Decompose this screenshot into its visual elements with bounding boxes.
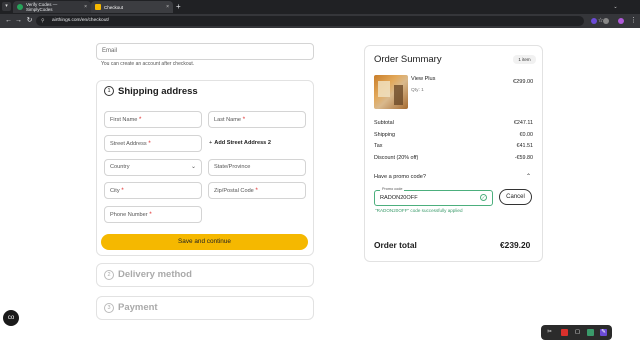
required-mark: * [255, 187, 258, 194]
row-label: Shipping [374, 132, 395, 138]
shipping-title: Shipping address [118, 86, 198, 97]
step-number-3: 3 [104, 303, 114, 313]
subtotal-row: Subtotal €247.11 [374, 120, 533, 128]
order-total-label: Order total [374, 240, 417, 250]
simplycodes-favicon-icon [17, 4, 23, 10]
browser-tabbar: ▾ Verify Codes — SimplyCodes × Checkout … [0, 0, 640, 14]
cancel-promo-button[interactable]: Cancel [499, 189, 532, 205]
country-select[interactable]: Country ⌄ [104, 159, 202, 176]
shipping-row: Shipping €0.00 [374, 132, 533, 140]
step-number-1: 1 [104, 86, 114, 96]
tab-verify-codes[interactable]: Verify Codes — SimplyCodes × [13, 1, 91, 13]
browser-menu-icon[interactable]: ⋮ [630, 15, 637, 27]
state-field[interactable]: State/Province [208, 159, 306, 176]
payment-title: Payment [118, 302, 158, 313]
floating-toolbar: ✂ ▢ ✎ [541, 325, 612, 340]
row-label: Tax [374, 143, 383, 149]
site-info-icon[interactable]: ⚲ [41, 16, 45, 26]
country-placeholder: Country [110, 164, 130, 170]
clipboard-icon[interactable]: ▢ [574, 329, 581, 336]
browser-toolbar: ← → ↻ ⚲ airthings.com/en/checkout/ ☆ ⋮ [0, 14, 640, 28]
email-hint: You can create an account after checkout… [101, 61, 195, 67]
phone-field[interactable]: Phone Number * [104, 206, 202, 223]
tax-row: Tax €41.51 [374, 143, 533, 151]
promo-code-input[interactable]: Promo code RADON20OFF ✓ [374, 187, 493, 206]
pdf-icon[interactable] [561, 329, 568, 336]
row-value: -€59.80 [514, 155, 533, 161]
phone-placeholder: Phone Number [110, 212, 148, 218]
product-qty: Qty: 1 [411, 88, 424, 93]
first-name-placeholder: First Name [110, 117, 138, 123]
step-number-2: 2 [104, 270, 114, 280]
sheet-icon[interactable] [587, 329, 594, 336]
tab-list-chevron-icon[interactable]: ⌄ [609, 0, 622, 14]
row-label: Discount (20% off) [374, 155, 419, 161]
promo-code-value: RADON20OFF [380, 195, 418, 201]
plus-icon: + [209, 140, 213, 146]
add-street-label: Add Street Address 2 [214, 140, 271, 146]
items-count-badge: 1 item [513, 55, 536, 64]
product-name: View Plus [411, 76, 436, 82]
checkout-page: Email You can create an account after ch… [0, 28, 640, 344]
city-field[interactable]: City * [104, 182, 202, 199]
scissors-icon[interactable]: ✂ [546, 329, 553, 336]
address-text: airthings.com/en/checkout/ [52, 18, 110, 23]
email-field[interactable]: Email [96, 43, 314, 60]
close-tab-icon[interactable]: × [166, 4, 169, 10]
required-mark: * [149, 211, 152, 218]
last-name-field[interactable]: Last Name * [208, 111, 306, 128]
new-tab-icon[interactable]: + [176, 1, 181, 13]
discount-row: Discount (20% off) -€59.80 [374, 155, 533, 163]
chevron-up-icon[interactable]: ⌃ [526, 173, 531, 180]
check-circle-icon: ✓ [480, 194, 487, 201]
promo-success-message: "RADON20OFF" code successfully applied [375, 208, 463, 213]
product-price: €299.00 [513, 79, 534, 85]
simplycodes-extension-icon[interactable]: co [3, 310, 19, 326]
delivery-title: Delivery method [118, 269, 192, 280]
tab-checkout[interactable]: Checkout × [91, 1, 173, 13]
promo-code-toggle[interactable]: Have a promo code? [374, 174, 426, 180]
tab-title: Checkout [104, 4, 124, 10]
save-and-continue-button[interactable]: Save and continue [101, 234, 308, 250]
state-placeholder: State/Province [214, 164, 251, 170]
close-tab-icon[interactable]: × [84, 4, 87, 10]
last-name-placeholder: Last Name [214, 117, 242, 123]
extension-icon[interactable] [591, 18, 597, 24]
row-value: €0.00 [519, 132, 534, 138]
zip-field[interactable]: Zip/Postal Code * [208, 182, 306, 199]
add-street-address-2-button[interactable]: + Add Street Address 2 [209, 140, 271, 146]
row-value: €247.11 [513, 120, 533, 126]
order-summary-title: Order Summary [374, 54, 442, 65]
required-mark: * [121, 187, 124, 194]
row-value: €41.51 [516, 143, 534, 149]
tab-title: Verify Codes — SimplyCodes [26, 2, 58, 12]
street-placeholder: Street Address [110, 141, 147, 147]
required-mark: * [138, 116, 142, 123]
street-address-field[interactable]: Street Address * [104, 135, 202, 152]
first-name-field[interactable]: First Name * [104, 111, 202, 128]
profile-avatar[interactable] [618, 18, 624, 24]
email-placeholder: Email [102, 48, 118, 54]
address-bar[interactable]: ⚲ airthings.com/en/checkout/ ☆ [36, 16, 603, 26]
extensions-puzzle-icon[interactable] [603, 18, 609, 24]
row-label: Subtotal [374, 120, 394, 126]
forward-icon[interactable]: → [13, 15, 24, 27]
reload-icon[interactable]: ↻ [24, 15, 35, 27]
required-mark: * [242, 116, 246, 123]
airthings-favicon-icon [95, 4, 101, 10]
city-placeholder: City [110, 188, 120, 194]
pen-icon[interactable]: ✎ [600, 329, 607, 336]
zip-placeholder: Zip/Postal Code [214, 188, 254, 194]
required-mark: * [148, 140, 151, 147]
promo-code-label: Promo code [380, 187, 405, 191]
chevron-down-icon: ⌄ [190, 164, 196, 170]
product-image [374, 75, 408, 109]
tab-search-icon[interactable]: ▾ [2, 2, 11, 11]
order-total-value: €239.20 [500, 240, 531, 250]
